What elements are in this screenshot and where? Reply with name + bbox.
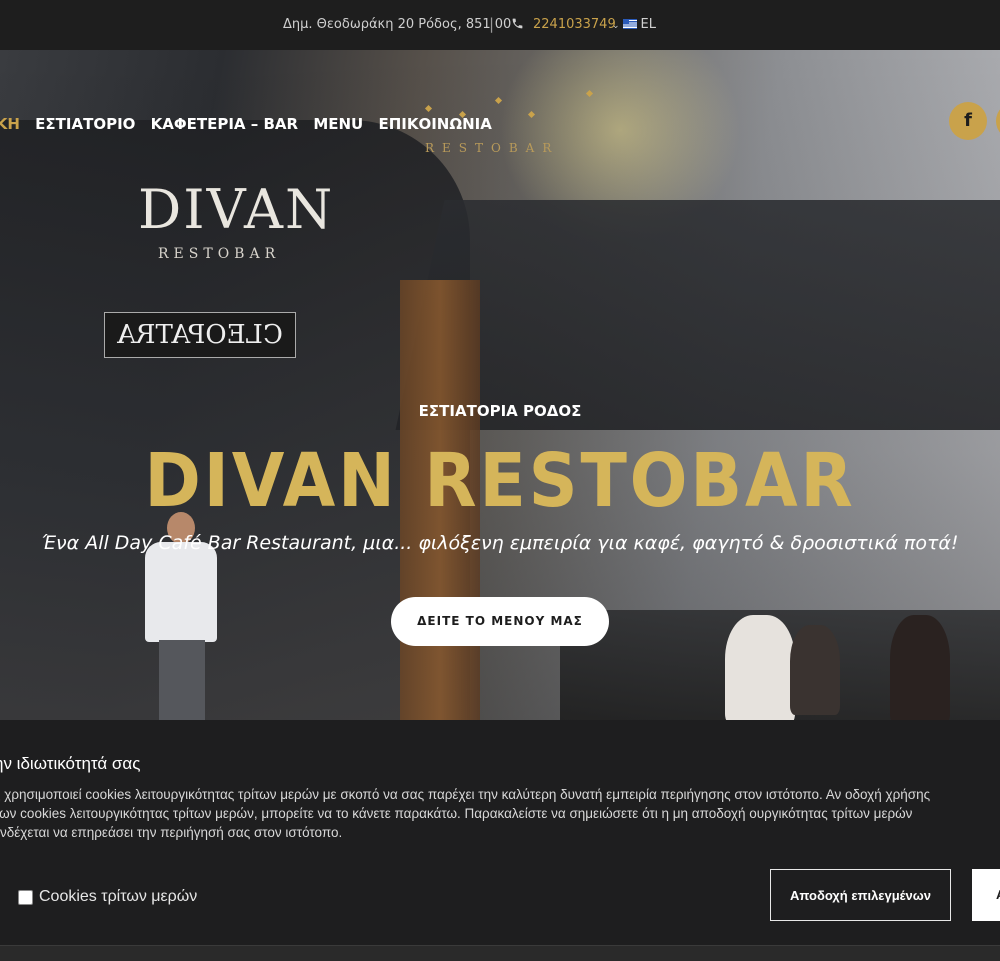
chevron-down-icon: ⌄ [612,21,620,31]
cookie-banner: ην ιδιωτικότητά σας ς χρησιμοποιεί cooki… [0,720,1000,945]
nav-item-restaurant[interactable]: ΕΣΤΙΑΤΟΡΙΟ [35,115,135,133]
main-nav: ΑΡΧΙΚΗ ΕΣΤΙΑΤΟΡΙΟ ΚΑΦΕΤΕΡΙΑ – BAR MENU Ε… [0,115,502,133]
cookie-text: ς χρησιμοποιεί cookies λειτουργικότητας … [0,787,931,840]
facebook-icon: f [964,110,972,131]
accept-selected-button[interactable]: Αποδοχή επιλεγμένων [770,869,951,921]
storefront-sign: DIVAN [138,178,335,241]
nav-item-contact[interactable]: ΕΠΙΚΟΙΝΩΝΙΑ [378,115,491,133]
third-party-cookies-label[interactable]: Cookies τρίτων μερών [39,888,197,906]
cookie-title: ην ιδιωτικότητά σας [0,754,141,773]
language-label: EL [640,17,657,32]
phone-icon [512,18,523,29]
phone-link[interactable]: 2241033749 [533,17,616,32]
logo-text: RESTOBAR [425,141,560,155]
top-bar: Δημ. Θεοδωράκη 20 Ρόδος, 851 00 | 224103… [0,0,1000,50]
view-menu-button[interactable]: ΔΕΙΤΕ ΤΟ ΜΕΝΟΥ ΜΑΣ [391,597,609,646]
nav-item-cafe-bar[interactable]: ΚΑΦΕΤΕΡΙΑ – BAR [151,115,298,133]
language-switcher[interactable]: ⌄ EL [612,17,656,32]
nav-item-menu[interactable]: MENU [313,115,363,133]
greek-flag-icon [622,19,637,29]
accept-all-button[interactable]: Α [972,869,1000,921]
person-legs [159,640,205,720]
diner-image [725,615,795,720]
storefront-sign-sub: RESTOBAR [158,246,281,262]
third-party-cookies-checkbox[interactable] [18,890,33,905]
bottom-strip [0,945,1000,961]
person-shirt [145,542,217,642]
topbar-separator: | [489,15,495,33]
diner-image [790,625,840,715]
facebook-button[interactable]: f [949,102,987,140]
address-text: Δημ. Θεοδωράκη 20 Ρόδος, 851 00 [283,17,512,32]
nav-item-home[interactable]: ΑΡΧΙΚΗ [0,115,20,133]
hero-eyebrow: ΕΣΤΙΑΤΟΡΙΑ ΡΟΔΟΣ [418,402,582,420]
awning-image [395,200,1000,430]
hero-tagline: Ένα All Day Café Bar Restaurant, μια... … [41,532,959,554]
diner-image [890,615,950,720]
hero-headline: DIVAN RESTOBAR [144,438,856,524]
cleopatra-sign: CLEOPATRA [104,312,296,358]
